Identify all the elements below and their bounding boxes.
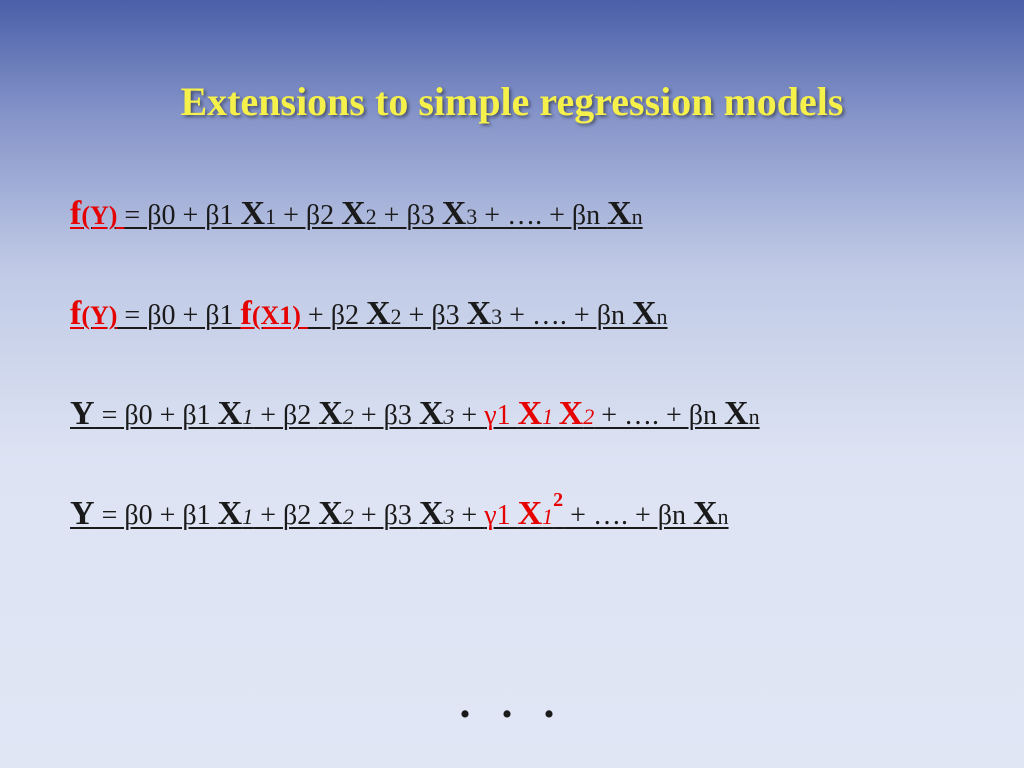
eq3-Y: Y [70,395,95,432]
eq1-tail: + …. + βn [477,200,607,231]
eq4-Y: Y [70,495,95,532]
eq3-b0b1: = β0 + β1 [95,400,218,431]
slide-body: f(Y) = β0 + β1 X1 + β2 X2 + β3 X3 + …. +… [70,195,954,533]
eq1-x1s: 1 [265,204,276,229]
eq4-qxs: 1 [542,504,553,529]
eq2-b0b1: = β0 + β1 [117,300,240,331]
eq4-gamma: γ1 [484,500,517,531]
eq1-b3: + β3 [377,200,442,231]
eq1-b0b1: = β0 + β1 [124,200,240,231]
eq1-xns: n [632,204,643,229]
eq2-f: f [70,295,81,332]
eq3-x2: X [318,395,343,432]
eq2-tail: + …. + βn [502,300,632,331]
eq3-tail: + …. + βn [594,400,724,431]
eq3-x1s: 1 [242,404,253,429]
ellipsis: . . . [0,677,1024,728]
slide-title: Extensions to simple regression models [0,78,1024,125]
eq2-x3s: 3 [491,304,502,329]
eq1-f: f [70,195,81,232]
eq3-plus: + [454,400,484,431]
eq2-xn: X [632,295,657,332]
eq2-x1p: (X1) [252,301,301,330]
eq4-x1s: 1 [242,504,253,529]
eq2-y: (Y) [81,301,117,330]
eq4-xns: n [718,504,729,529]
eq3-b2: + β2 [253,400,318,431]
eq3-xn: X [724,395,749,432]
eq4-xn: X [693,495,718,532]
eq3-x3: X [419,395,444,432]
eq2-f1: f [241,295,252,332]
eq4-qx: X [518,495,543,532]
eq1-x1: X [241,195,266,232]
eq2-xns: n [657,304,668,329]
eq3-gamma: γ1 [484,400,517,431]
eq1-y: (Y) [81,201,117,230]
eq4-b0b1: = β0 + β1 [95,500,218,531]
eq1-x2s: 2 [366,204,377,229]
eq4-tail: + …. + βn [563,500,693,531]
eq2-x2s: 2 [391,304,402,329]
eq4-b3: + β3 [354,500,419,531]
eq4-x2s: 2 [343,504,354,529]
eq1-x2: X [341,195,366,232]
equation-1: f(Y) = β0 + β1 X1 + β2 X2 + β3 X3 + …. +… [70,195,954,233]
eq1-x3s: 3 [466,204,477,229]
slide: Extensions to simple regression models f… [0,0,1024,768]
eq3-x1: X [218,395,243,432]
equation-2: f(Y) = β0 + β1 f(X1) + β2 X2 + β3 X3 + …… [70,295,954,333]
eq2-x2: X [366,295,391,332]
eq1-x3: X [442,195,467,232]
equation-3: Y = β0 + β1 X1 + β2 X2 + β3 X3 + γ1 X1 X… [70,395,954,433]
eq3-xns: n [749,404,760,429]
eq2-x3: X [467,295,492,332]
eq3-x3s: 3 [443,404,454,429]
eq3-b3: + β3 [354,400,419,431]
eq4-plus: + [454,500,484,531]
eq4-squared: 2 [553,489,563,511]
eq3-ix2s: 2 [583,404,594,429]
eq2-b2: + β2 [308,300,366,331]
eq3-x2s: 2 [343,404,354,429]
eq3-ix1s: 1 [542,404,559,429]
equation-4: Y = β0 + β1 X1 + β2 X2 + β3 X3 + γ1 X12 … [70,495,954,533]
eq4-x3s: 3 [443,504,454,529]
eq1-b2: + β2 [276,200,341,231]
eq4-x2: X [318,495,343,532]
eq4-x1: X [218,495,243,532]
eq4-b2: + β2 [253,500,318,531]
eq1-xn: X [607,195,632,232]
eq3-ix1: X [518,395,543,432]
eq3-ix2: X [559,395,584,432]
eq4-x3: X [419,495,444,532]
eq2-b3: + β3 [402,300,467,331]
